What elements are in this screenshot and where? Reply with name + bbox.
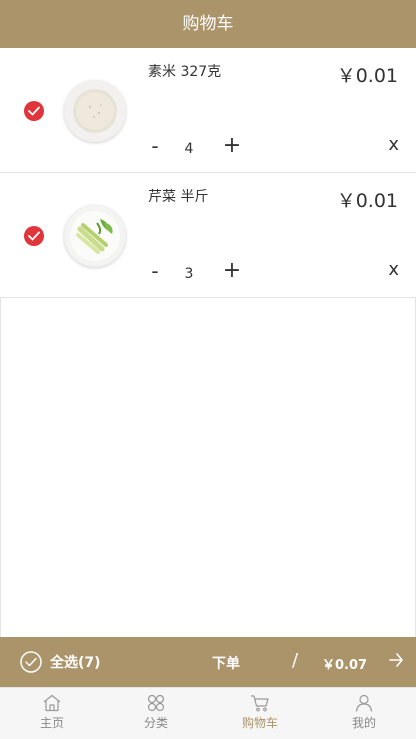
product-price: ￥0.01 — [336, 65, 398, 87]
check-icon — [28, 106, 40, 116]
tab-cart[interactable]: 购物车 — [208, 688, 312, 739]
product-image-celery[interactable] — [64, 205, 126, 267]
product-image-rice[interactable] — [64, 80, 126, 142]
item-checkbox[interactable] — [24, 101, 44, 121]
decrease-button[interactable]: - — [147, 259, 163, 283]
circle-check-icon — [20, 651, 42, 673]
checkout-bar: 全选(7) 下单 / ￥0.07 — [0, 637, 416, 687]
tab-label: 购物车 — [241, 716, 278, 730]
arrow-right-icon[interactable] — [388, 651, 404, 673]
page-title: 购物车 — [182, 14, 234, 34]
select-all-toggle[interactable]: 全选(7) — [20, 651, 101, 673]
increase-button[interactable]: + — [220, 258, 244, 283]
remove-button[interactable]: x — [388, 259, 399, 280]
tab-label: 我的 — [351, 716, 376, 730]
user-icon — [355, 694, 373, 712]
tab-label: 主页 — [39, 716, 64, 730]
rice-bowl-icon — [65, 81, 125, 141]
celery-plate-icon — [65, 206, 125, 266]
cart-icon — [251, 695, 269, 712]
cart-item: 芹菜 半斤 ￥0.01 - 3 + x — [0, 173, 416, 298]
product-name: 素米 327克 — [148, 64, 222, 80]
separator: / — [292, 650, 299, 671]
category-icon — [147, 694, 165, 712]
quantity-value: 4 — [184, 141, 194, 157]
select-all-label: 全选(7) — [50, 655, 101, 671]
home-icon — [43, 694, 61, 712]
increase-button[interactable]: + — [220, 133, 244, 158]
product-name: 芹菜 半斤 — [148, 189, 209, 205]
quantity-value: 3 — [184, 266, 194, 282]
tab-bar: 主页 分类 购物车 我的 — [0, 687, 416, 739]
remove-button[interactable]: x — [388, 134, 399, 155]
check-icon — [28, 231, 40, 241]
tab-profile[interactable]: 我的 — [312, 688, 416, 739]
order-button[interactable]: 下单 — [212, 653, 240, 673]
cart-list: 素米 327克 ￥0.01 - 4 + x 芹菜 半斤 ￥0.01 - 3 + … — [0, 48, 416, 298]
decrease-button[interactable]: - — [147, 134, 163, 158]
total-price: ￥0.07 — [322, 658, 368, 673]
tab-home[interactable]: 主页 — [0, 688, 104, 739]
product-price: ￥0.01 — [336, 190, 398, 212]
header: 购物车 — [0, 0, 416, 48]
tab-category[interactable]: 分类 — [104, 688, 208, 739]
item-checkbox[interactable] — [24, 226, 44, 246]
cart-item: 素米 327克 ￥0.01 - 4 + x — [0, 48, 416, 173]
tab-label: 分类 — [143, 716, 168, 730]
